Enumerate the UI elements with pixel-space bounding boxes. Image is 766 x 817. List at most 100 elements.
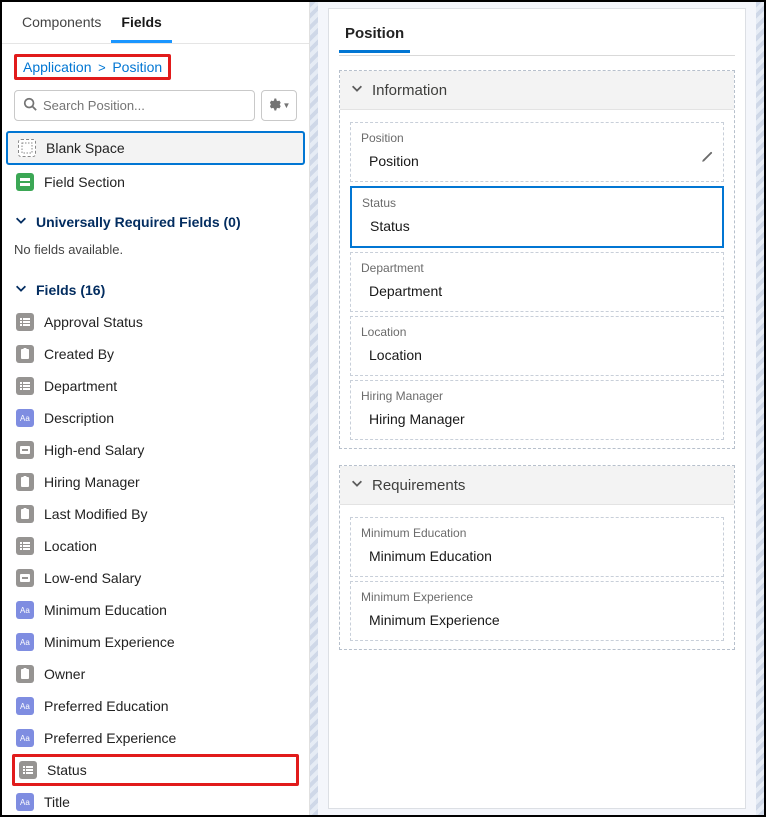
field-item-last-modified-by[interactable]: Last Modified By: [2, 498, 309, 530]
section-title: Requirements: [372, 477, 465, 494]
section-label: Universally Required Fields (0): [36, 214, 241, 230]
chevron-down-icon: [14, 213, 28, 230]
chevron-down-icon: [350, 476, 364, 494]
field-item-preferred-education[interactable]: Aa Preferred Education: [2, 690, 309, 722]
field-cell-location[interactable]: LocationLocation: [350, 316, 724, 376]
svg-text:Aa: Aa: [20, 798, 30, 807]
user-field-icon: [16, 665, 34, 683]
section-header[interactable]: Requirements: [340, 466, 734, 505]
field-item-preferred-experience[interactable]: AaPreferred Experience: [2, 722, 309, 754]
palette-field-section[interactable]: Field Section: [2, 165, 309, 199]
layout-canvas[interactable]: Position InformationPositionPositionStat…: [328, 8, 746, 809]
svg-text:Aa: Aa: [20, 702, 30, 711]
user-field-icon: [16, 473, 34, 491]
field-item-minimum-education[interactable]: AaMinimum Education: [2, 594, 309, 626]
field-label: Location: [361, 325, 713, 339]
layout-section-information[interactable]: Information PositionPosition Status Status D…: [339, 70, 735, 449]
field-item-minimum-experience[interactable]: Aa Minimum Experience: [2, 626, 309, 658]
canvas-stripe-left: [310, 2, 318, 815]
field-cell-status[interactable]: Status Status: [350, 186, 724, 248]
field-label: Department: [361, 261, 713, 275]
field-item-label: Description: [44, 410, 114, 426]
right-panel: Position InformationPositionPositionStat…: [310, 2, 764, 815]
breadcrumb-highlight: Application > Position: [14, 54, 171, 80]
user-field-icon: [16, 345, 34, 363]
field-item-created-by[interactable]: Created By: [2, 338, 309, 370]
tab-components[interactable]: Components: [12, 2, 111, 43]
field-section-icon: [16, 173, 34, 191]
breadcrumb-separator: >: [98, 60, 106, 75]
text-field-icon: Aa: [16, 793, 34, 811]
section-header[interactable]: Information: [340, 71, 734, 110]
field-item-approval-status[interactable]: Approval Status: [2, 306, 309, 338]
search-input[interactable]: [43, 98, 246, 113]
field-label: Position: [361, 131, 713, 145]
breadcrumb-position[interactable]: Position: [112, 59, 162, 75]
currency-field-icon: [16, 569, 34, 587]
text-field-icon: Aa: [16, 729, 34, 747]
field-label: Status: [362, 196, 712, 210]
field-item-label: Status: [47, 762, 87, 778]
field-label: Hiring Manager: [361, 389, 713, 403]
tab-fields[interactable]: Fields: [111, 2, 171, 43]
palette-label: Field Section: [44, 174, 125, 190]
user-field-icon: [16, 505, 34, 523]
field-cell-hiring-manager[interactable]: Hiring Manager Hiring Manager: [350, 380, 724, 440]
chevron-down-icon: [14, 281, 28, 298]
field-item-label: High-end Salary: [44, 442, 144, 458]
field-item-label: Preferred Education: [44, 698, 169, 714]
currency-field-icon: [16, 441, 34, 459]
search-icon: [23, 97, 37, 114]
picklist-field-icon: [16, 537, 34, 555]
field-cell-minimum-experience[interactable]: Minimum Experience Minimum Experience: [350, 581, 724, 641]
chevron-down-icon: ▼: [283, 101, 291, 110]
field-item-department[interactable]: Department: [2, 370, 309, 402]
field-item-label: Department: [44, 378, 117, 394]
field-item-label: Owner: [44, 666, 85, 682]
breadcrumb-application[interactable]: Application: [23, 59, 92, 75]
picklist-field-icon: [19, 761, 37, 779]
svg-text:Aa: Aa: [20, 414, 30, 423]
field-item-label: Approval Status: [44, 314, 143, 330]
field-label: Minimum Experience: [361, 590, 713, 604]
section-fields[interactable]: Fields (16): [2, 267, 309, 306]
pencil-icon[interactable]: [700, 151, 713, 167]
section-label: Fields (16): [36, 282, 105, 298]
field-item-label: Minimum Experience: [44, 634, 175, 650]
settings-button[interactable]: ▼: [261, 90, 297, 121]
field-item-label: Title: [44, 794, 70, 810]
field-item-hiring-manager[interactable]: Hiring Manager: [2, 466, 309, 498]
svg-text:Aa: Aa: [20, 606, 30, 615]
field-cell-minimum-education[interactable]: Minimum EducationMinimum Education: [350, 517, 724, 577]
field-item-description[interactable]: Aa Description: [2, 402, 309, 434]
field-value: Minimum Experience: [361, 612, 713, 628]
field-value: Status: [362, 218, 712, 234]
field-item-label: Created By: [44, 346, 114, 362]
field-item-low-end-salary[interactable]: Low-end Salary: [2, 562, 309, 594]
picklist-field-icon: [16, 313, 34, 331]
field-list: Approval Status Created By Department Aa Des…: [2, 306, 309, 815]
palette-label: Blank Space: [46, 140, 125, 156]
field-item-owner[interactable]: Owner: [2, 658, 309, 690]
blank-space-icon: [18, 139, 36, 157]
field-item-location[interactable]: Location: [2, 530, 309, 562]
field-item-status[interactable]: Status: [12, 754, 299, 786]
field-item-label: Low-end Salary: [44, 570, 141, 586]
search-box[interactable]: [14, 90, 255, 121]
palette-blank-space[interactable]: Blank Space: [6, 131, 305, 165]
text-field-icon: Aa: [16, 601, 34, 619]
required-empty-note: No fields available.: [2, 238, 309, 267]
left-panel: Components Fields Application > Position: [2, 2, 310, 815]
left-tabs: Components Fields: [2, 2, 309, 44]
field-item-title[interactable]: Aa Title: [2, 786, 309, 815]
section-title: Information: [372, 82, 447, 99]
field-cell-position[interactable]: PositionPosition: [350, 122, 724, 182]
text-field-icon: Aa: [16, 697, 34, 715]
section-required-fields[interactable]: Universally Required Fields (0): [2, 199, 309, 238]
field-item-high-end-salary[interactable]: High-end Salary: [2, 434, 309, 466]
field-value: Hiring Manager: [361, 411, 713, 427]
layout-section-requirements[interactable]: Requirements Minimum EducationMinimum Edu…: [339, 465, 735, 650]
field-cell-department[interactable]: DepartmentDepartment: [350, 252, 724, 312]
object-tab[interactable]: Position: [339, 15, 410, 53]
text-field-icon: Aa: [16, 633, 34, 651]
